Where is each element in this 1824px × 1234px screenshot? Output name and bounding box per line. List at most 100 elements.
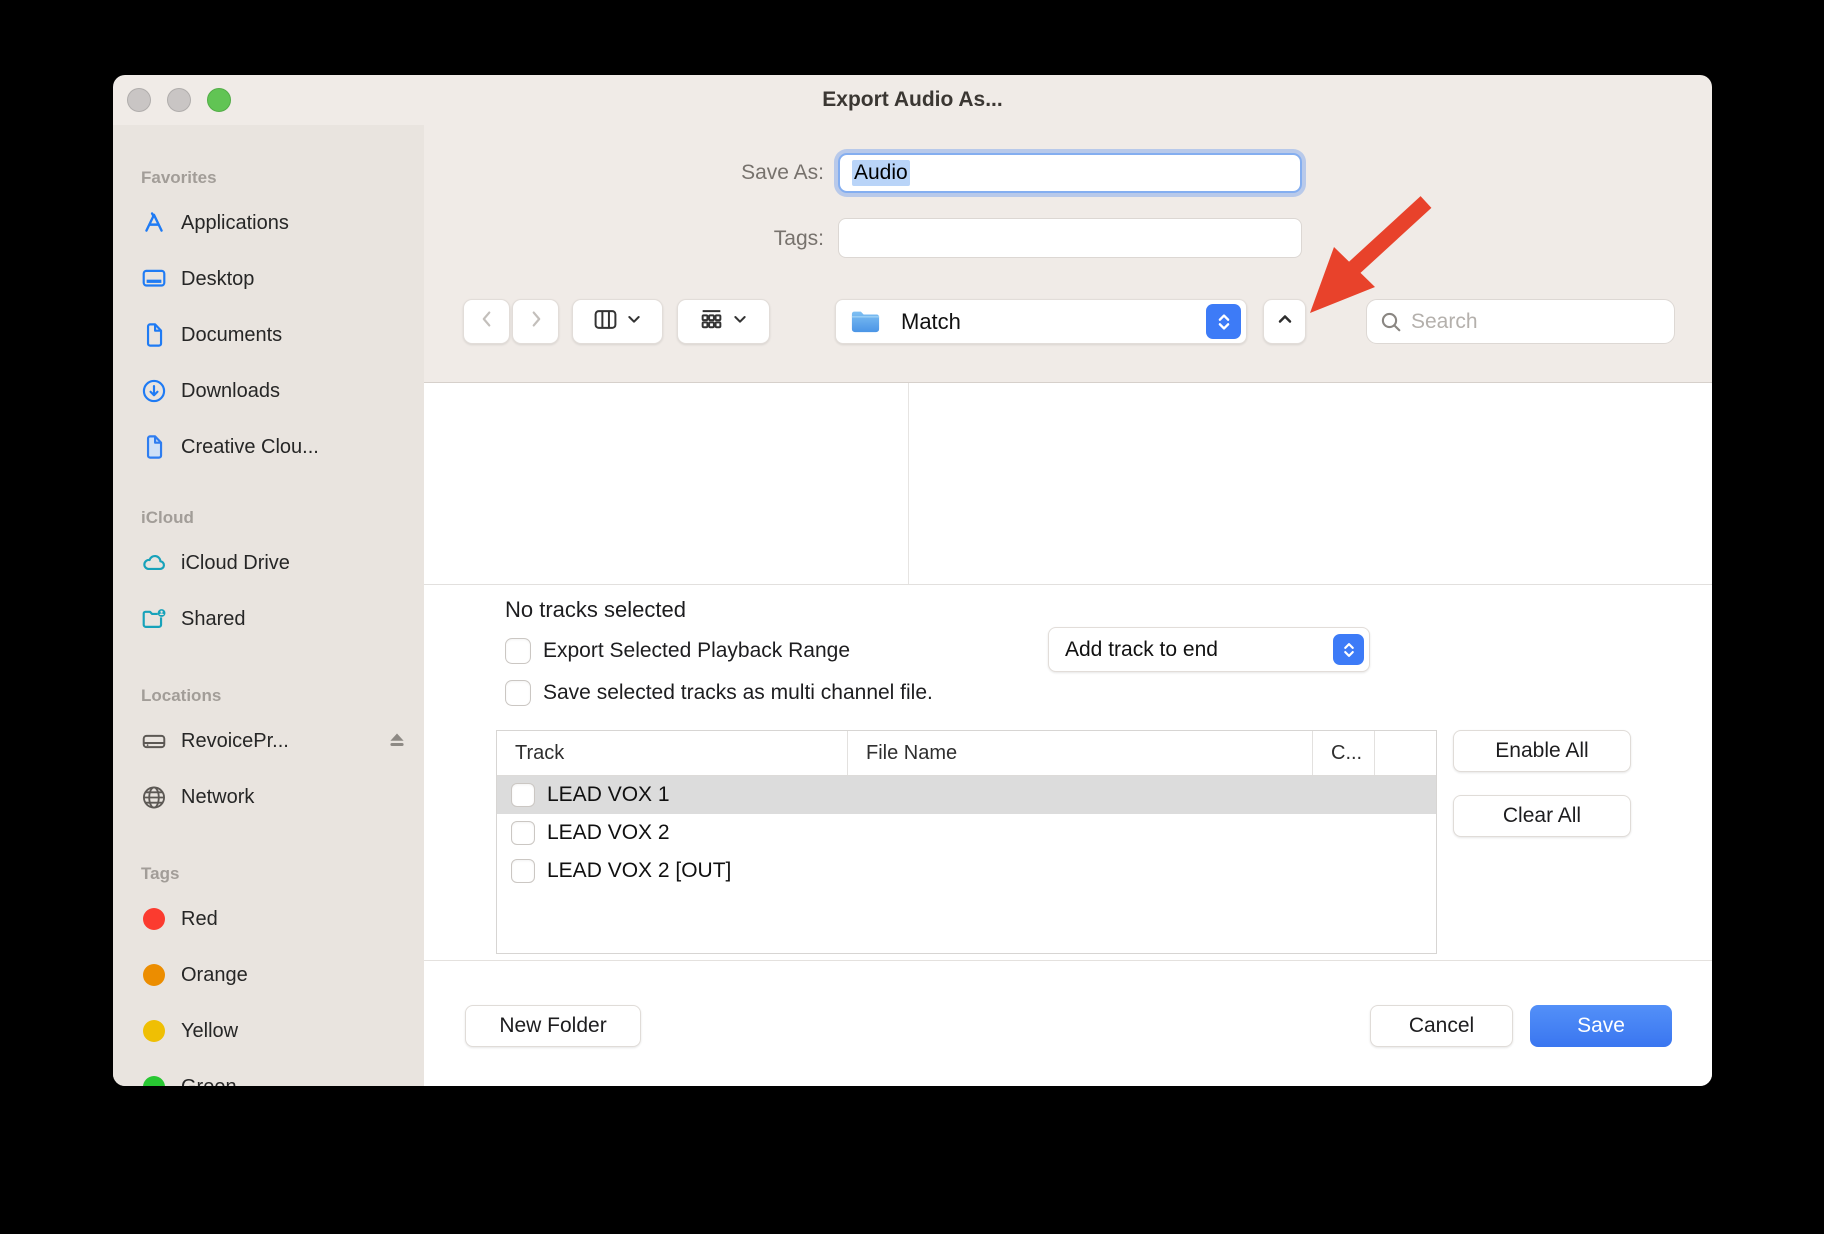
playback-range-label: Export Selected Playback Range [543,639,851,662]
sidebar-item-label: Green [181,1076,410,1087]
enable-all-button[interactable]: Enable All [1453,730,1631,772]
yellow-tag-icon [141,1018,167,1044]
back-button[interactable] [463,299,510,344]
table-row[interactable]: LEAD VOX 1 [497,776,1436,814]
search-field[interactable] [1366,299,1682,344]
chevron-down-icon [732,311,748,332]
sidebar-item-label: Yellow [181,1019,239,1042]
file-browser[interactable] [424,383,1712,585]
sidebar: Favorites Applications Desktop Documents… [113,125,424,1086]
sidebar-item-label: Shared [181,607,246,630]
popup-stepper-icon [1333,634,1364,665]
track-table-header: Track File Name C... [497,731,1436,776]
column-view-icon [593,307,618,337]
forward-button[interactable] [512,299,559,344]
sidebar-item-documents[interactable]: Documents [141,307,410,363]
popup-stepper-icon [1206,304,1241,339]
parent-folder-button[interactable] [1263,299,1306,344]
add-track-popup[interactable]: Add track to end [1048,627,1370,672]
save-as-value: Audio [852,160,910,186]
folder-icon [850,309,881,335]
sidebar-section-favorites: Favorites [141,168,217,187]
track-name: LEAD VOX 2 [OUT] [547,859,732,882]
downloads-icon [141,378,167,404]
document-icon [141,322,167,348]
sidebar-section-tags: Tags [141,864,180,883]
tracks-status-text: No tracks selected [505,597,686,622]
column-header-file-name[interactable]: File Name [847,731,1312,775]
track-name: LEAD VOX 1 [547,783,670,806]
sidebar-item-label: Downloads [181,379,280,402]
search-input[interactable] [1411,309,1682,334]
sidebar-item-tag-green[interactable]: Green [141,1059,410,1086]
cancel-button[interactable]: Cancel [1370,1005,1513,1047]
red-tag-icon [141,906,167,932]
sidebar-item-network[interactable]: Network [141,769,410,825]
desktop-icon [141,266,167,292]
sidebar-item-label: Creative Clou... [181,435,319,458]
tags-input[interactable] [838,218,1302,258]
globe-icon [141,784,167,810]
sidebar-item-label: RevoicePr... [181,729,289,752]
search-icon [1379,310,1403,334]
table-row[interactable]: LEAD VOX 2 [497,814,1436,852]
column-header-c[interactable]: C... [1312,731,1374,775]
location-popup[interactable]: Match [835,299,1247,344]
sidebar-item-label: Network [181,785,255,808]
orange-tag-icon [141,962,167,988]
green-tag-icon [141,1074,167,1086]
drive-icon [141,728,167,754]
save-as-input[interactable]: Audio [838,153,1302,193]
column-header-track[interactable]: Track [497,731,847,775]
track-checkbox[interactable] [511,859,535,883]
sidebar-item-downloads[interactable]: Downloads [141,363,410,419]
chevron-down-icon [626,311,642,332]
sidebar-item-tag-orange[interactable]: Orange [141,947,410,1003]
sidebar-item-label: iCloud Drive [181,551,290,574]
sidebar-item-shared[interactable]: Shared [141,591,410,647]
track-checkbox[interactable] [511,821,535,845]
sidebar-item-applications[interactable]: Applications [141,195,410,251]
sidebar-item-label: Documents [181,323,283,346]
track-table: Track File Name C... LEAD VOX 1 LEAD VOX… [496,730,1437,954]
group-view-icon [699,307,724,337]
tags-label: Tags: [773,227,824,250]
multichannel-checkbox[interactable] [505,680,531,706]
clear-all-button[interactable]: Clear All [1453,795,1631,837]
shared-folder-icon [141,606,167,632]
track-checkbox[interactable] [511,783,535,807]
group-view-button[interactable] [677,299,770,344]
sidebar-item-desktop[interactable]: Desktop [141,251,410,307]
add-track-value: Add track to end [1065,637,1218,661]
export-options-area: No tracks selected Export Selected Playb… [424,585,1712,960]
column-view-button[interactable] [572,299,663,344]
eject-icon[interactable] [384,728,410,754]
sidebar-item-icloud-drive[interactable]: iCloud Drive [141,535,410,591]
window-title: Export Audio As... [822,88,1003,111]
new-folder-button[interactable]: New Folder [465,1005,641,1047]
sidebar-item-label: Orange [181,963,248,986]
footer-bar: New Folder Cancel Save [424,960,1712,1086]
save-button[interactable]: Save [1530,1005,1672,1047]
sidebar-item-label: Red [181,907,218,930]
sidebar-item-tag-yellow[interactable]: Yellow [141,1003,410,1059]
sidebar-item-revoicepro-volume[interactable]: RevoicePr... [141,713,410,769]
playback-range-checkbox[interactable] [505,638,531,664]
form-area: Save As: Audio Tags: Match Search [424,125,1712,383]
titlebar: Export Audio As... [113,75,1712,125]
appstore-icon [141,210,167,236]
chevron-left-icon [476,308,498,335]
track-name: LEAD VOX 2 [547,821,670,844]
cloud-icon [141,550,167,576]
multichannel-label: Save selected tracks as multi channel fi… [543,681,933,704]
location-value: Match [901,308,961,334]
playback-range-checkbox-row: Export Selected Playback Range [505,638,850,664]
sidebar-item-label: Desktop [181,267,255,290]
table-row[interactable]: LEAD VOX 2 [OUT] [497,852,1436,890]
export-dialog-window: Export Audio As... Favorites Application… [113,75,1712,1086]
sidebar-item-creative-cloud[interactable]: Creative Clou... [141,419,410,475]
chevron-right-icon [525,308,547,335]
save-as-label: Save As: [741,161,824,184]
sidebar-item-tag-red[interactable]: Red [141,891,410,947]
chevron-up-icon [1275,309,1295,334]
